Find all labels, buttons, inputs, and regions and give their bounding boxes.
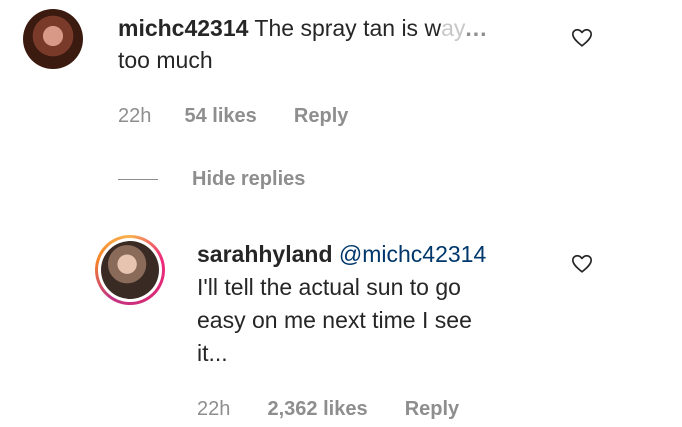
reply-line-2: I'll tell the actual sun to go bbox=[197, 274, 461, 300]
comment-line-1: michc42314 The spray tan is way... bbox=[118, 13, 488, 43]
comment-line-2: too much bbox=[118, 47, 213, 73]
comment-text-faded: ay bbox=[441, 15, 466, 41]
comment-text: The spray tan is w bbox=[254, 15, 442, 41]
comment-username[interactable]: michc42314 bbox=[118, 15, 248, 41]
heart-icon[interactable] bbox=[571, 253, 593, 275]
comment-time[interactable]: 22h bbox=[118, 105, 151, 127]
reply-likes-count[interactable]: 2,362 likes bbox=[268, 398, 368, 420]
comment-meta: 22h 54 likes Reply bbox=[118, 104, 348, 128]
reply-avatar[interactable] bbox=[95, 235, 165, 305]
reply-mention[interactable]: @michc42314 bbox=[339, 241, 486, 267]
reply-meta: 22h 2,362 likes Reply bbox=[197, 397, 459, 421]
replies-divider bbox=[118, 179, 158, 180]
heart-icon[interactable] bbox=[571, 27, 593, 49]
commenter-avatar[interactable] bbox=[23, 9, 83, 69]
reply-line-4: it... bbox=[197, 340, 228, 366]
story-ring-gap bbox=[98, 238, 162, 302]
reply-reply-button[interactable]: Reply bbox=[405, 398, 459, 420]
reply-line-1: sarahhyland @michc42314 bbox=[197, 239, 486, 269]
reply-line-3: easy on me next time I see bbox=[197, 307, 472, 333]
likes-count[interactable]: 54 likes bbox=[185, 105, 257, 127]
more-button[interactable]: ... bbox=[465, 15, 487, 41]
reply-button[interactable]: Reply bbox=[294, 105, 348, 127]
reply-avatar-image bbox=[101, 241, 159, 299]
reply-username[interactable]: sarahhyland bbox=[197, 241, 333, 267]
hide-replies-button[interactable]: Hide replies bbox=[192, 167, 305, 191]
reply-time[interactable]: 22h bbox=[197, 398, 230, 420]
